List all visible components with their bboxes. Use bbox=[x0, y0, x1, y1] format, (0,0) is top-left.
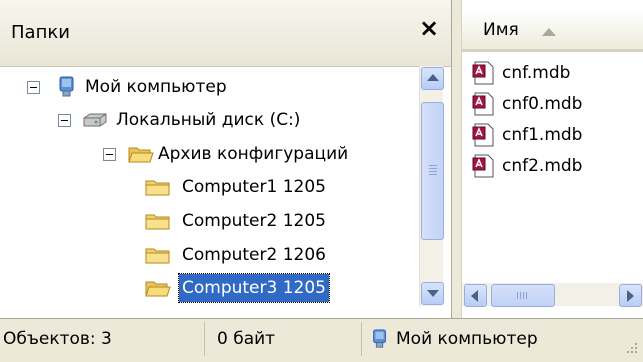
folder-open-icon bbox=[128, 147, 154, 163]
folder-icon bbox=[145, 180, 170, 196]
access-db-icon bbox=[472, 92, 494, 116]
access-db-icon bbox=[472, 123, 494, 147]
tree-item-computer2-1205[interactable]: Computer2 1205 bbox=[145, 207, 415, 235]
hard-disk-icon bbox=[83, 113, 107, 127]
file-name: cnf.mdb bbox=[502, 63, 571, 83]
scroll-thumb[interactable] bbox=[421, 102, 444, 240]
tree-item-label: Локальный диск (C:) bbox=[116, 110, 301, 130]
tree-item-label: Мой компьютер bbox=[85, 77, 227, 97]
status-size-cell: 0 байт bbox=[206, 322, 362, 356]
tree-item-computer3-1205[interactable]: Computer3 1205 bbox=[145, 273, 415, 303]
my-computer-icon bbox=[373, 329, 386, 348]
scroll-thumb[interactable] bbox=[491, 284, 555, 307]
pane-splitter[interactable] bbox=[451, 0, 462, 318]
tree-item-my-computer[interactable]: Мой компьютер bbox=[24, 73, 414, 101]
files-horizontal-scrollbar[interactable] bbox=[462, 283, 643, 307]
tree-item-label: Архив конфигураций bbox=[158, 144, 349, 164]
folder-icon bbox=[145, 248, 170, 264]
collapse-toggle-icon[interactable] bbox=[58, 114, 71, 127]
scroll-left-button[interactable] bbox=[464, 284, 487, 307]
status-size: 0 байт bbox=[217, 329, 276, 349]
file-name: cnf2.mdb bbox=[502, 156, 583, 176]
collapse-toggle-icon[interactable] bbox=[103, 148, 116, 161]
close-folders-pane-button[interactable]: × bbox=[414, 13, 444, 43]
folders-vertical-scrollbar[interactable] bbox=[419, 66, 444, 306]
file-name: cnf0.mdb bbox=[502, 94, 583, 114]
scroll-down-button[interactable] bbox=[421, 282, 444, 305]
tree-item-computer1-1205[interactable]: Computer1 1205 bbox=[145, 173, 415, 201]
resize-grip-icon[interactable] bbox=[620, 336, 640, 356]
tree-item-label-selected: Computer3 1205 bbox=[178, 273, 330, 303]
scroll-up-button[interactable] bbox=[421, 67, 444, 90]
file-name: cnf1.mdb bbox=[502, 125, 583, 145]
folder-open-icon bbox=[145, 281, 171, 297]
folder-icon bbox=[145, 214, 170, 230]
tree-item-local-disk[interactable]: Локальный диск (C:) bbox=[55, 106, 415, 134]
tree-item-label: Computer2 1205 bbox=[182, 211, 326, 231]
access-db-icon bbox=[472, 154, 494, 178]
column-header-name[interactable]: Имя bbox=[483, 20, 519, 40]
status-location: Мой компьютер bbox=[396, 329, 538, 349]
status-objects-count: Объектов: 3 bbox=[3, 329, 112, 349]
access-db-icon bbox=[472, 61, 494, 85]
tree-item-computer2-1206[interactable]: Computer2 1206 bbox=[145, 241, 415, 269]
my-computer-icon bbox=[59, 76, 74, 97]
status-objects-cell: Объектов: 3 bbox=[0, 322, 205, 356]
scroll-right-button[interactable] bbox=[619, 284, 642, 307]
status-location-cell: Мой компьютер bbox=[363, 322, 618, 356]
folders-pane-title: Папки bbox=[11, 22, 70, 43]
collapse-toggle-icon[interactable] bbox=[27, 81, 40, 94]
sort-ascending-icon bbox=[542, 28, 556, 36]
folder-tree: Мой компьютер Локальный диск (C:) Архив … bbox=[0, 66, 419, 318]
tree-item-label: Computer1 1205 bbox=[182, 177, 326, 197]
tree-item-label: Computer2 1206 bbox=[182, 245, 326, 265]
tree-item-config-archive[interactable]: Архив конфигураций bbox=[100, 140, 415, 168]
